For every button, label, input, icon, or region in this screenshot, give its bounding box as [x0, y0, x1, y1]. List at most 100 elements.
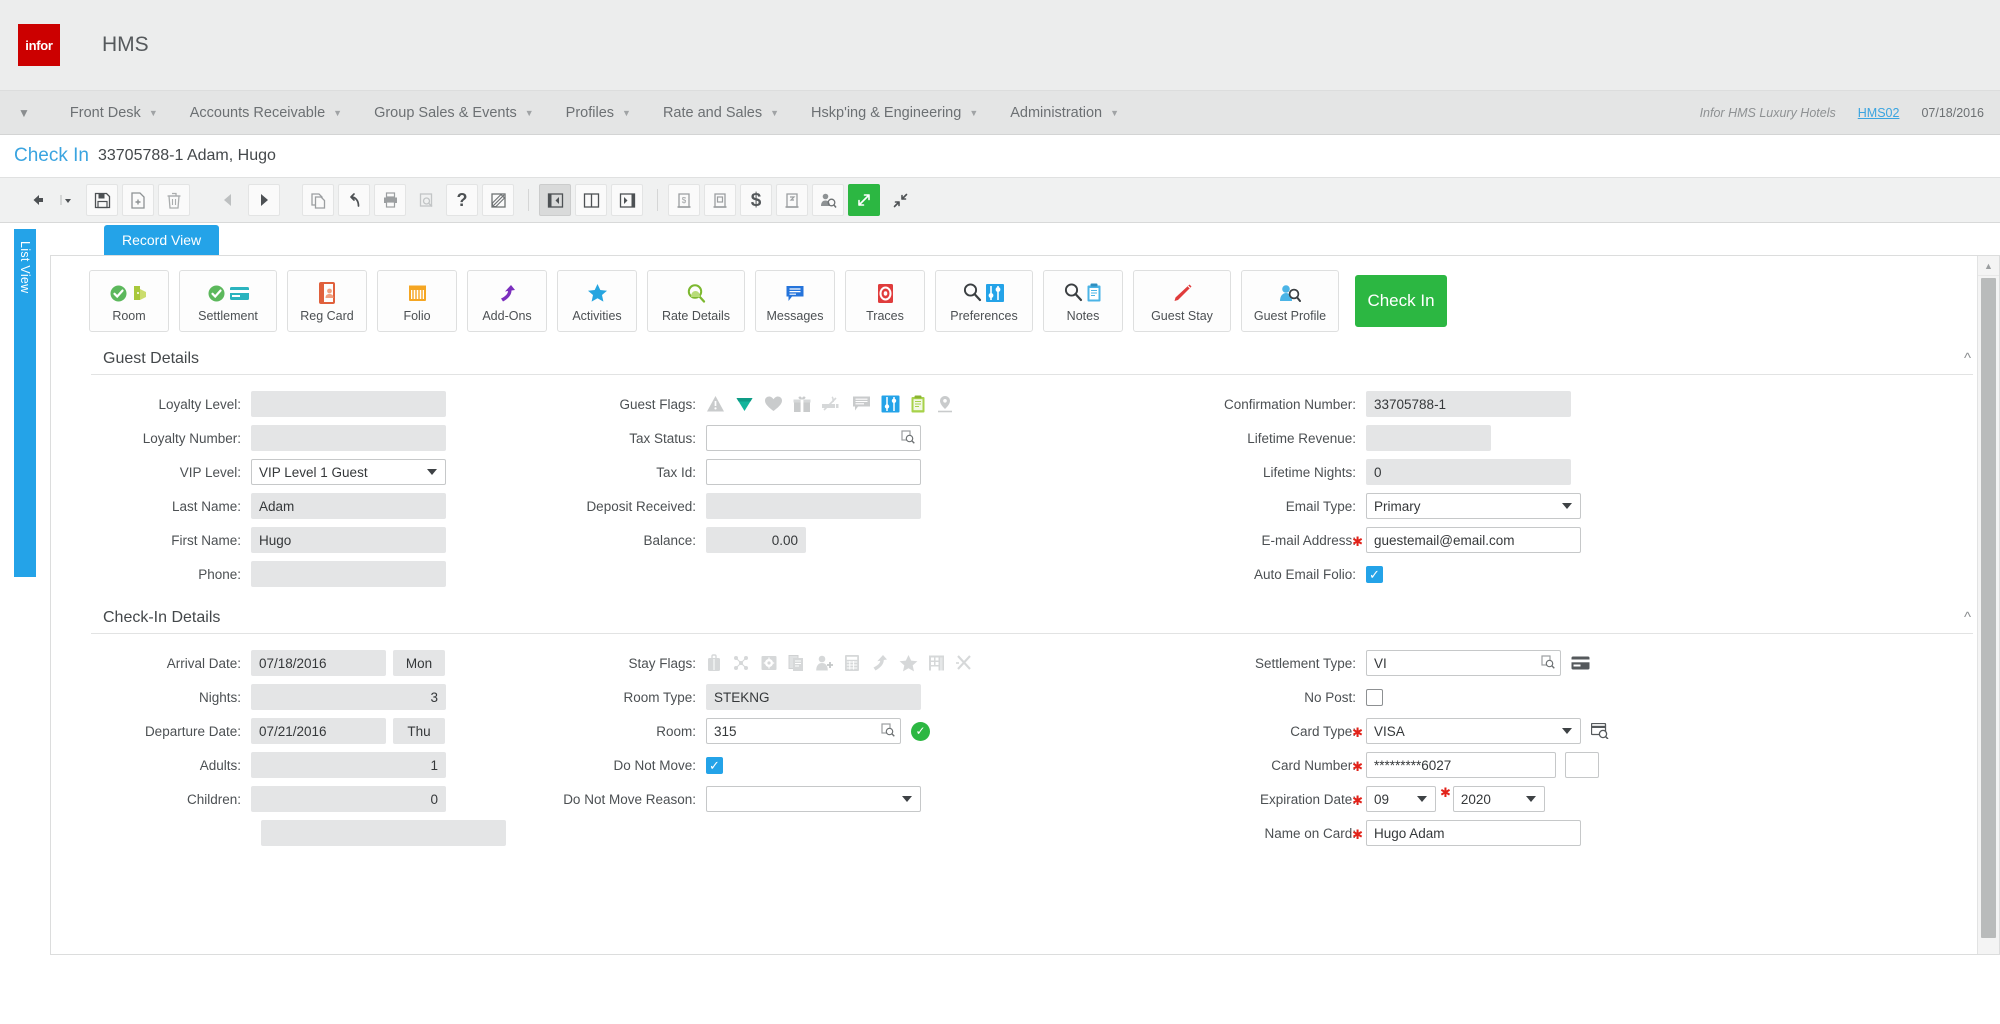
- heart-icon[interactable]: [764, 395, 783, 413]
- notes-clipboard-icon[interactable]: [910, 395, 926, 413]
- sidebar-tab-list-view[interactable]: List View: [14, 229, 36, 577]
- section-header-check-in-details[interactable]: Check-In Details ^: [51, 591, 1999, 633]
- page-title-link[interactable]: Check In: [14, 145, 89, 167]
- lookup-search-icon[interactable]: [1541, 655, 1555, 669]
- action-button-folio[interactable]: Folio: [377, 270, 457, 332]
- chevron-down-icon: ▼: [969, 108, 978, 118]
- back-dropdown-button[interactable]: [58, 184, 76, 216]
- settlement-type-field[interactable]: VI: [1366, 650, 1561, 676]
- email-address-field[interactable]: guestemail@email.com: [1366, 527, 1581, 553]
- card-lookup-icon[interactable]: [1591, 723, 1609, 739]
- layout-right-button[interactable]: [611, 184, 643, 216]
- scroll-up-arrow-icon[interactable]: ▲: [1978, 256, 1999, 276]
- layout-split-button[interactable]: [575, 184, 607, 216]
- page-title: Check In 33705788-1 Adam, Hugo: [0, 135, 2000, 177]
- scrollbar-thumb[interactable]: [1981, 278, 1996, 938]
- guest-lookup-button[interactable]: [812, 184, 844, 216]
- undo-button[interactable]: [338, 184, 370, 216]
- add-person-icon[interactable]: [815, 654, 834, 672]
- print-button[interactable]: [374, 184, 406, 216]
- action-button-messages[interactable]: Messages: [755, 270, 835, 332]
- save-button[interactable]: [86, 184, 118, 216]
- menu-item-hskping-engineering[interactable]: Hskp'ing & Engineering ▼: [795, 91, 994, 134]
- location-pin-icon[interactable]: [936, 395, 954, 413]
- section-header-guest-details[interactable]: Guest Details ^: [51, 342, 1999, 374]
- transfer-button[interactable]: [776, 184, 808, 216]
- gift-icon[interactable]: [793, 395, 811, 413]
- edit-note-button[interactable]: [482, 184, 514, 216]
- tax-id-field[interactable]: [706, 459, 921, 485]
- preferences-sliders-icon[interactable]: [881, 395, 900, 413]
- tax-status-field[interactable]: [706, 425, 921, 451]
- card-number-field[interactable]: *********6027: [1366, 752, 1556, 778]
- chevron-up-icon[interactable]: ^: [1964, 350, 1971, 367]
- invoice-button[interactable]: $: [668, 184, 700, 216]
- action-button-settlement[interactable]: Settlement: [179, 270, 277, 332]
- expiration-month-select[interactable]: 09: [1366, 786, 1436, 812]
- expand-button[interactable]: [848, 184, 880, 216]
- action-button-preferences[interactable]: Preferences: [935, 270, 1033, 332]
- lookup-search-icon[interactable]: [901, 430, 915, 444]
- action-button-reg-card[interactable]: Reg Card: [287, 270, 367, 332]
- action-button-traces[interactable]: Traces: [845, 270, 925, 332]
- action-button-notes[interactable]: Notes: [1043, 270, 1123, 332]
- auto-email-folio-checkbox[interactable]: ✓: [1366, 566, 1383, 583]
- card-cvv-field[interactable]: [1565, 752, 1599, 778]
- menu-item-administration[interactable]: Administration ▼: [994, 91, 1135, 134]
- vip-diamond-icon[interactable]: [735, 395, 754, 413]
- action-button-room[interactable]: Room: [89, 270, 169, 332]
- charges-button[interactable]: $: [740, 184, 772, 216]
- new-record-button[interactable]: [122, 184, 154, 216]
- email-type-select[interactable]: Primary: [1366, 493, 1581, 519]
- name-on-card-field[interactable]: Hugo Adam: [1366, 820, 1581, 846]
- collapse-button[interactable]: [884, 184, 916, 216]
- delete-button[interactable]: [158, 184, 190, 216]
- message-lines-icon[interactable]: [852, 395, 871, 413]
- lookup-search-icon[interactable]: [881, 723, 895, 737]
- documents-icon[interactable]: [788, 654, 805, 672]
- help-button[interactable]: ?: [446, 184, 478, 216]
- do-not-move-checkbox[interactable]: ✓: [706, 757, 723, 774]
- print-preview-button[interactable]: [410, 184, 442, 216]
- menu-toggle-icon[interactable]: ▼: [18, 107, 30, 119]
- luggage-icon[interactable]: [706, 654, 722, 672]
- field-row-vip-level: VIP Level: VIP Level 1 Guest: [51, 455, 506, 489]
- card-type-select[interactable]: VISA: [1366, 718, 1581, 744]
- menu-item-rate-and-sales[interactable]: Rate and Sales ▼: [647, 91, 795, 134]
- credit-card-icon[interactable]: [1571, 656, 1590, 670]
- no-smoking-icon[interactable]: [821, 395, 842, 413]
- menu-item-group-sales-events[interactable]: Group Sales & Events ▼: [358, 91, 550, 134]
- check-in-button[interactable]: Check In: [1355, 275, 1447, 327]
- layout-left-button[interactable]: [539, 184, 571, 216]
- building-icon[interactable]: [928, 654, 945, 672]
- receipt-button[interactable]: [704, 184, 736, 216]
- back-button[interactable]: [22, 184, 54, 216]
- vip-level-select[interactable]: VIP Level 1 Guest: [251, 459, 446, 485]
- next-record-button[interactable]: [248, 184, 280, 216]
- room-field[interactable]: 315: [706, 718, 901, 744]
- network-icon[interactable]: [732, 654, 750, 672]
- tab-record-view[interactable]: Record View: [104, 225, 219, 255]
- no-housekeeping-icon[interactable]: [955, 654, 974, 672]
- vertical-scrollbar[interactable]: ▲: [1977, 256, 1999, 954]
- menu-item-accounts-receivable[interactable]: Accounts Receivable ▼: [174, 91, 358, 134]
- expiration-year-select[interactable]: 2020: [1453, 786, 1545, 812]
- safe-icon[interactable]: [760, 654, 778, 672]
- menu-item-profiles[interactable]: Profiles ▼: [550, 91, 647, 134]
- do-not-move-reason-select[interactable]: [706, 786, 921, 812]
- warning-triangle-icon[interactable]: [706, 395, 725, 413]
- star-icon[interactable]: [899, 654, 918, 672]
- previous-record-button[interactable]: [212, 184, 244, 216]
- no-post-checkbox[interactable]: [1366, 689, 1383, 706]
- calculator-icon[interactable]: [844, 654, 860, 672]
- action-button-add-ons[interactable]: Add-Ons: [467, 270, 547, 332]
- chevron-up-icon[interactable]: ^: [1964, 609, 1971, 626]
- action-button-rate-details[interactable]: Rate Details: [647, 270, 745, 332]
- action-button-guest-profile[interactable]: Guest Profile: [1241, 270, 1339, 332]
- add-ons-arrow-icon[interactable]: [870, 654, 889, 672]
- user-link[interactable]: HMS02: [1858, 106, 1900, 120]
- action-button-guest-stay[interactable]: Guest Stay: [1133, 270, 1231, 332]
- menu-item-front-desk[interactable]: Front Desk ▼: [54, 91, 174, 134]
- action-button-activities[interactable]: Activities: [557, 270, 637, 332]
- copy-button[interactable]: [302, 184, 334, 216]
